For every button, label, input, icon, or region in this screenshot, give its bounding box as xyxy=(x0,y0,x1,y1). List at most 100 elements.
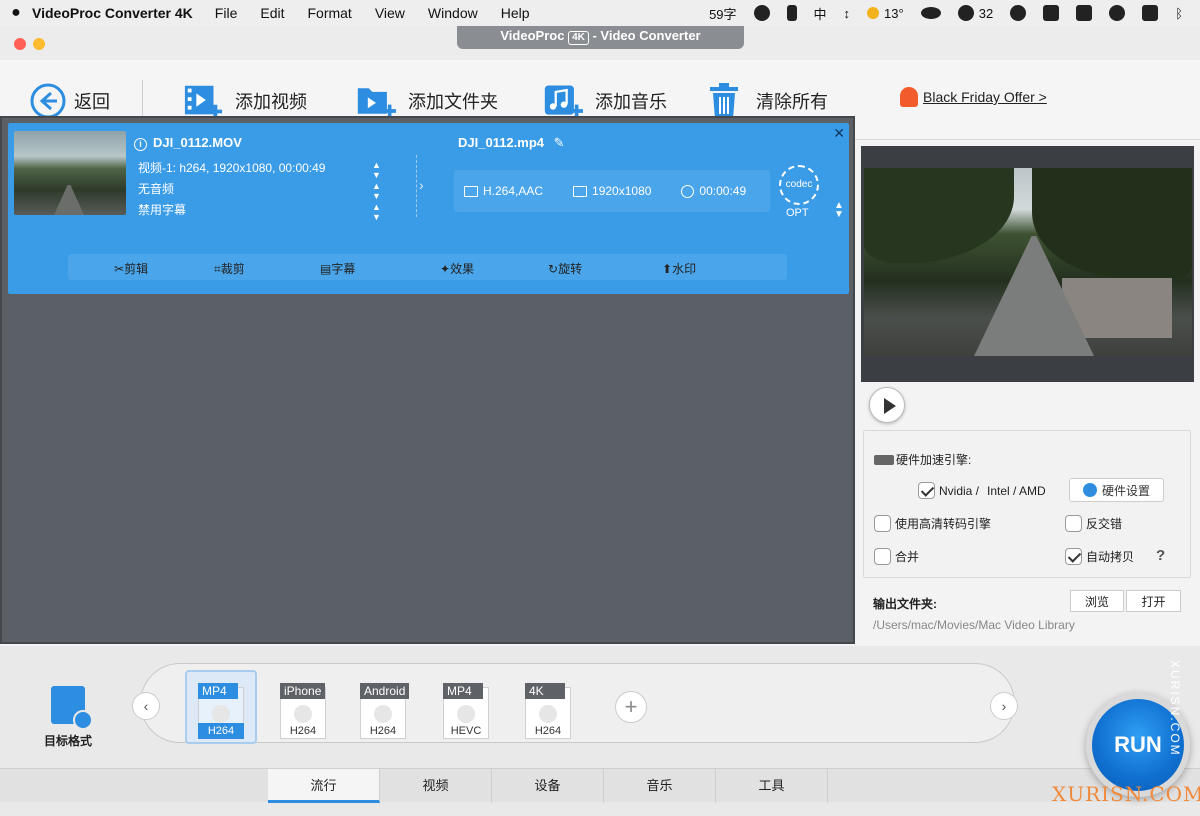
weather-status[interactable]: 13° xyxy=(867,6,904,21)
app-menu[interactable]: VideoProc Converter 4K xyxy=(32,5,193,21)
emoji-icon[interactable] xyxy=(753,5,770,21)
clear-all-label: 清除所有 xyxy=(756,92,828,112)
black-friday-offer-link[interactable]: Black Friday Offer > xyxy=(900,87,1047,107)
title-badge: 4K xyxy=(568,31,589,45)
wechat-icon xyxy=(957,5,974,21)
menu-window[interactable]: Window xyxy=(428,5,478,21)
close-window-button[interactable] xyxy=(14,38,26,50)
rotate-button[interactable]: ↻旋转 xyxy=(548,260,582,277)
audio-track-select[interactable]: 无音频 xyxy=(138,180,174,197)
browse-button[interactable]: 浏览 xyxy=(1070,590,1124,612)
video-track-arrows-icon[interactable]: ▲ ▼ xyxy=(372,160,381,180)
sun-icon xyxy=(867,7,880,19)
format-item[interactable]: MP4 HEVC xyxy=(443,683,491,739)
bluetooth-icon[interactable]: ᛒ xyxy=(1175,6,1183,21)
tab-popular[interactable]: 流行 xyxy=(268,769,380,803)
menu-file[interactable]: File xyxy=(215,5,238,21)
window-title: VideoProc 4K - Video Converter xyxy=(457,26,744,49)
playback-controls xyxy=(857,382,1194,428)
target-format-icon xyxy=(51,686,93,730)
menu-help[interactable]: Help xyxy=(501,5,530,21)
reorder-arrows-icon[interactable]: ▲ ▼ xyxy=(834,201,844,220)
format-prev-button[interactable]: ‹ xyxy=(132,692,160,720)
play-button[interactable] xyxy=(869,387,905,423)
opt-label[interactable]: OPT xyxy=(786,207,809,219)
deinterlace-checkbox[interactable]: 反交错 xyxy=(1065,515,1122,532)
word-count-status[interactable]: 59字 xyxy=(709,4,736,23)
watermark-vertical: XURISN.COM xyxy=(1168,660,1182,757)
format-next-button[interactable]: › xyxy=(990,692,1018,720)
add-format-plus-icon[interactable]: + xyxy=(615,691,647,723)
format-item[interactable]: iPhone H264 xyxy=(280,683,328,739)
format-item[interactable]: Android H264 xyxy=(360,683,410,739)
add-folder-icon xyxy=(356,81,396,121)
link-icon[interactable] xyxy=(920,7,941,19)
fruit-icon[interactable] xyxy=(1109,5,1126,21)
crop-button[interactable]: ⌗裁剪 xyxy=(214,260,245,277)
menu-bar: ● VideoProc Converter 4K File Edit Forma… xyxy=(0,0,1200,26)
video-thumbnail[interactable] xyxy=(14,131,126,215)
format-item[interactable]: 4K H264 xyxy=(525,683,573,739)
tab-video[interactable]: 视频 xyxy=(380,769,492,803)
microphone-icon[interactable] xyxy=(786,5,797,21)
add-video-icon xyxy=(183,81,223,121)
output-duration: 00:00:49 xyxy=(681,184,746,198)
tab-music[interactable]: 音乐 xyxy=(604,769,716,803)
shield-icon[interactable] xyxy=(1076,5,1093,21)
video-track-select[interactable]: 视频-1: h264, 1920x1080, 00:00:49 xyxy=(138,159,325,176)
codec-options-gear-icon[interactable]: codec xyxy=(779,165,819,205)
nvidia-checkbox[interactable]: Nvidia / Intel / AMD xyxy=(918,482,1046,499)
tab-tools[interactable]: 工具 xyxy=(716,769,828,803)
hq-engine-checkbox[interactable]: 使用高清转码引擎 xyxy=(874,515,991,532)
screen-icon[interactable] xyxy=(1142,5,1159,21)
bell-icon xyxy=(900,87,918,107)
minimize-window-button[interactable] xyxy=(33,38,45,50)
watermark: XURISN.COM xyxy=(1052,782,1200,806)
add-music-icon xyxy=(543,81,583,121)
output-folder-path: /Users/mac/Movies/Mac Video Library xyxy=(873,618,1075,632)
hw-accel-title: 硬件加速引擎: xyxy=(874,451,971,468)
auto-copy-checkbox[interactable]: 自动拷贝 xyxy=(1065,548,1134,565)
output-info-box: H.264,AAC 1920x1080 00:00:49 xyxy=(454,170,770,212)
merge-checkbox[interactable]: 合并 xyxy=(874,548,919,565)
hardware-settings-button[interactable]: 硬件设置 xyxy=(1069,478,1164,502)
chip-icon xyxy=(874,454,894,465)
apple-menu-icon[interactable]: ● xyxy=(0,4,32,22)
cut-button[interactable]: ✂剪辑 xyxy=(114,260,148,277)
format-item[interactable]: MP4 H264 xyxy=(198,683,246,739)
target-format-button[interactable]: 目标格式 xyxy=(38,686,98,749)
target-format-label: 目标格式 xyxy=(43,734,92,748)
arrows-icon[interactable]: ↕ xyxy=(844,6,851,21)
help-icon[interactable]: ? xyxy=(1156,547,1165,564)
format-category-tabs: 流行 视频 设备 音乐 工具 xyxy=(0,768,1200,803)
menu-view[interactable]: View xyxy=(375,5,405,21)
output-folder-label: 输出文件夹: xyxy=(873,597,937,611)
subtitle-track-select[interactable]: 禁用字幕 xyxy=(138,201,186,218)
remove-item-close-icon[interactable]: ✕ xyxy=(833,125,845,142)
input-method-status[interactable]: 中 xyxy=(814,4,827,23)
menu-edit[interactable]: Edit xyxy=(260,5,284,21)
navigation-icon[interactable] xyxy=(1010,5,1027,21)
trash-icon xyxy=(704,81,744,121)
info-icon[interactable]: i xyxy=(134,138,147,151)
tab-device[interactable]: 设备 xyxy=(492,769,604,803)
resolution-icon xyxy=(573,185,588,197)
chevron-right-icon: › xyxy=(419,177,424,193)
film-reel-icon xyxy=(457,705,475,723)
output-file-name[interactable]: DJI_0112.mp4 ✎ xyxy=(458,135,565,151)
preview-frame xyxy=(864,168,1192,356)
subtitle-track-arrows-icon[interactable]: ▲ ▼ xyxy=(372,202,381,222)
gear-icon xyxy=(1082,483,1097,497)
effect-button[interactable]: ✦效果 xyxy=(440,260,474,277)
watermark-button[interactable]: ⬆水印 xyxy=(662,260,696,277)
open-button[interactable]: 打开 xyxy=(1126,590,1181,612)
menu-format[interactable]: Format xyxy=(307,5,351,21)
add-music-label: 添加音乐 xyxy=(595,92,667,112)
cast-icon[interactable] xyxy=(1043,5,1060,21)
film-reel-icon xyxy=(539,705,557,723)
edit-pencil-icon[interactable]: ✎ xyxy=(554,135,565,150)
audio-track-arrows-icon[interactable]: ▲ ▼ xyxy=(372,181,381,201)
subtitle-button[interactable]: ▤字幕 xyxy=(320,260,355,277)
status-area: 59字 中 ↕ 13° 32 ᛒ xyxy=(709,0,1200,26)
wechat-status[interactable]: 32 xyxy=(957,5,993,21)
